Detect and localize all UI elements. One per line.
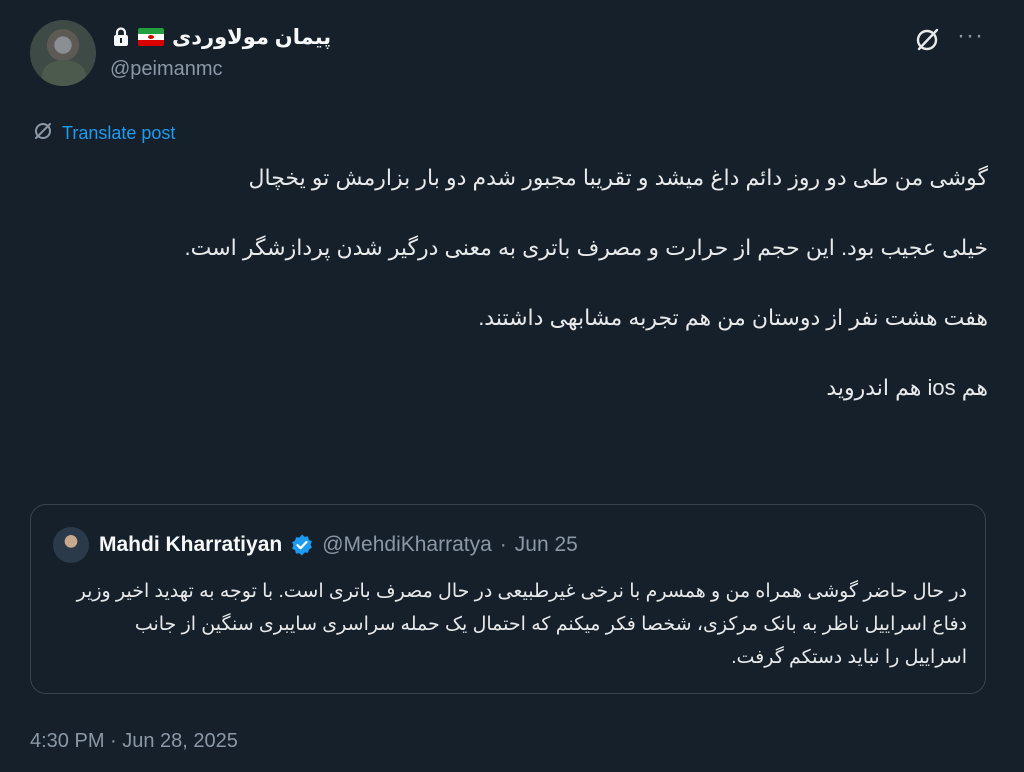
- author-display-name[interactable]: پیمان مولاوردی: [172, 25, 331, 50]
- author-handle[interactable]: @peimanmc: [110, 58, 223, 81]
- post-paragraph: هفت هشت نفر از دوستان من هم تجربه مشابهی…: [478, 305, 988, 330]
- translate-label: Translate post: [62, 123, 176, 143]
- quote-text: در حال حاضر گوشی همراه من و همسرم با نرخ…: [76, 581, 967, 668]
- quote-date[interactable]: Jun 25: [515, 533, 578, 557]
- post-paragraph: گوشی من طی دو روز دائم داغ میشد و تقریبا…: [248, 165, 988, 190]
- author-avatar[interactable]: [30, 20, 96, 86]
- quote-author-handle[interactable]: @MehdiKharratya: [322, 533, 492, 557]
- verified-badge-icon: [290, 533, 314, 557]
- lock-icon: [112, 27, 130, 47]
- grok-icon[interactable]: [913, 26, 941, 54]
- quoted-post[interactable]: Mahdi Kharratiyan @MehdiKharratya · Jun …: [30, 504, 986, 694]
- author-name-row: پیمان مولاوردی: [112, 22, 331, 52]
- post-paragraph: خیلی عجیب بود. این حجم از حرارت و مصرف ب…: [184, 235, 988, 260]
- iran-flag-icon: [138, 28, 164, 46]
- translate-post-link[interactable]: Translate post: [32, 120, 175, 147]
- quote-author-avatar[interactable]: [53, 527, 89, 563]
- post-paragraph: هم ios هم اندروید: [826, 375, 988, 400]
- post-timestamp[interactable]: 4:30 PM · Jun 28, 2025: [30, 730, 238, 753]
- more-options-icon[interactable]: ···: [957, 22, 984, 50]
- translate-icon: [32, 120, 54, 147]
- post-body: گوشی من طی دو روز دائم داغ میشد و تقریبا…: [20, 160, 988, 405]
- quote-header: Mahdi Kharratiyan @MehdiKharratya · Jun …: [99, 533, 578, 557]
- quote-separator: ·: [499, 533, 507, 556]
- quote-author-name[interactable]: Mahdi Kharratiyan: [99, 533, 282, 557]
